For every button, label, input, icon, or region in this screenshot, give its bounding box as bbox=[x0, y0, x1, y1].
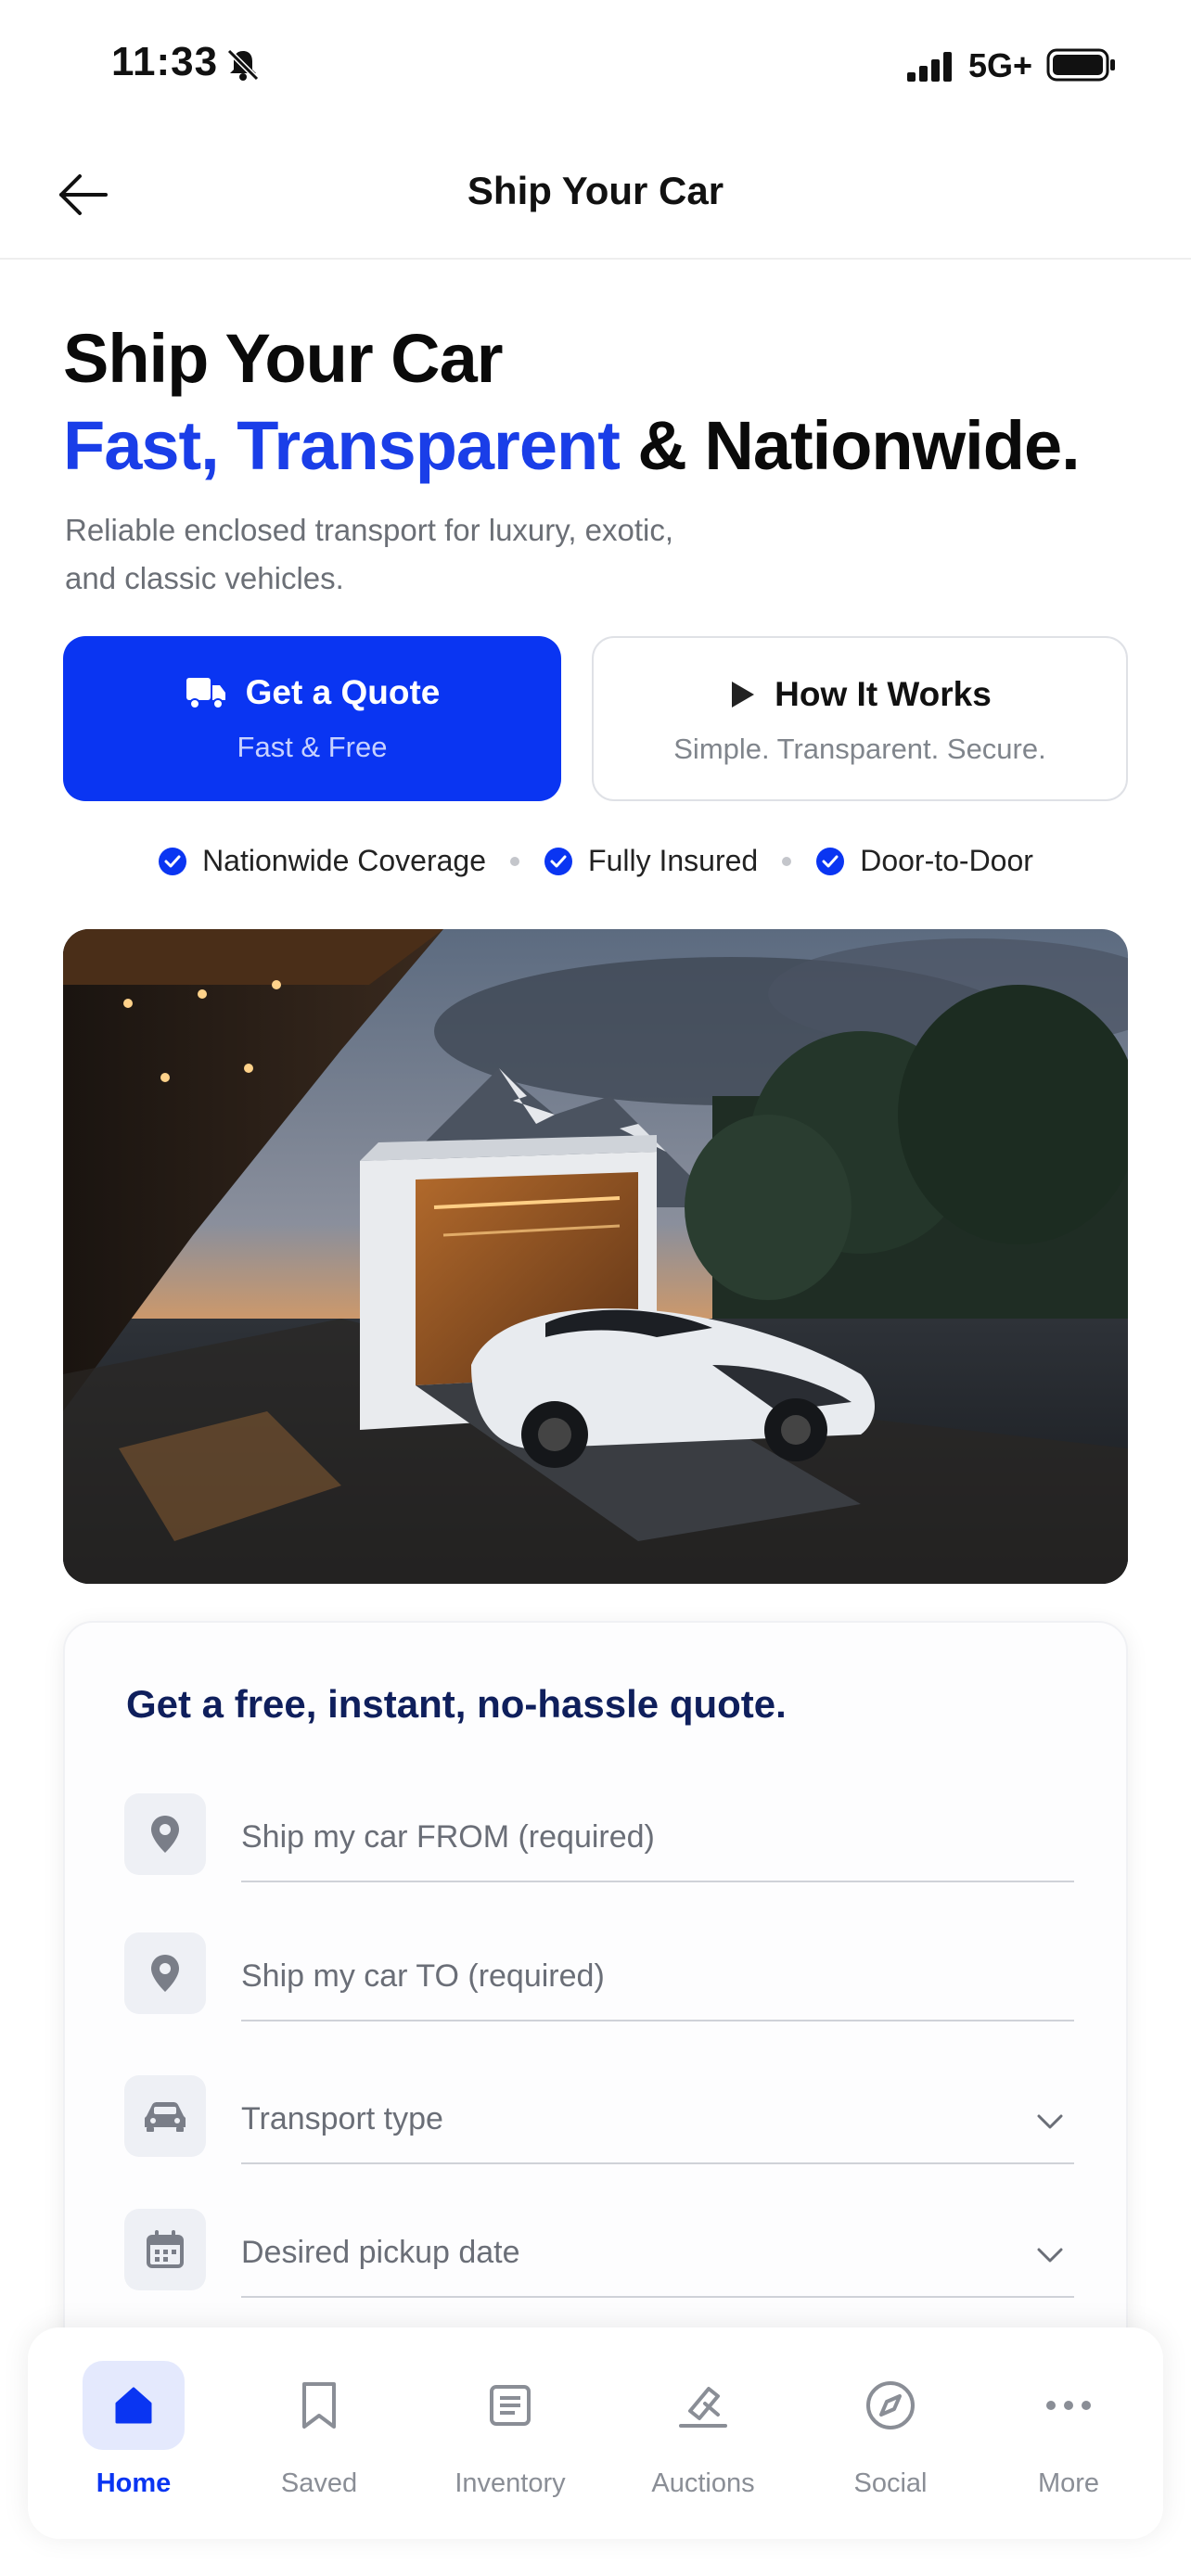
hero-subtitle-line-2: and classic vehicles. bbox=[65, 561, 344, 595]
feature-label: Nationwide Coverage bbox=[202, 844, 487, 877]
hero-rest-text: & Nationwide. bbox=[619, 407, 1080, 484]
field-underline bbox=[241, 2020, 1074, 2021]
how-it-works-button[interactable]: How It Works Simple. Transparent. Secure… bbox=[592, 636, 1128, 801]
get-quote-sublabel: Fast & Free bbox=[237, 731, 388, 763]
hero-accent-text: Fast, Transparent bbox=[63, 407, 621, 484]
get-quote-button[interactable]: Get a Quote Fast & Free bbox=[63, 636, 561, 801]
how-it-works-sublabel: Simple. Transparent. Secure. bbox=[673, 733, 1046, 765]
feature-list: Nationwide Coverage Fully Insured Door-t… bbox=[0, 844, 1191, 878]
tab-label: Inventory bbox=[455, 2468, 566, 2498]
page-title: Ship Your Car bbox=[467, 169, 724, 212]
how-it-works-label: How It Works bbox=[775, 675, 992, 713]
status-bar: 11:33 5G+ bbox=[0, 0, 1191, 130]
status-time: 11:33 bbox=[111, 39, 219, 84]
hero-subtitle-line-1: Reliable enclosed transport for luxury, … bbox=[65, 513, 674, 547]
tab-auctions[interactable]: Auctions bbox=[608, 2327, 798, 2539]
check-circle-icon bbox=[159, 847, 187, 875]
home-icon bbox=[83, 2361, 185, 2450]
check-circle-icon bbox=[816, 847, 845, 875]
hero-subtitle: Reliable enclosed transport for luxury, … bbox=[65, 506, 807, 603]
bell-muted-icon bbox=[226, 48, 260, 82]
ship-from-placeholder: Ship my car FROM (required) bbox=[241, 1819, 655, 1855]
tab-more[interactable]: More bbox=[974, 2327, 1163, 2539]
transport-type-select[interactable]: Transport type bbox=[124, 2075, 1074, 2177]
feature-item: Nationwide Coverage bbox=[158, 844, 486, 878]
play-icon bbox=[732, 682, 755, 708]
network-label: 5G+ bbox=[968, 46, 1033, 84]
bottom-tab-bar: Home Saved Inventory Auctions Social Mor… bbox=[28, 2327, 1163, 2539]
list-icon bbox=[459, 2361, 561, 2450]
check-circle-icon bbox=[544, 847, 573, 875]
field-underline bbox=[241, 1881, 1074, 1882]
quote-form-title: Get a free, instant, no-hassle quote. bbox=[126, 1682, 787, 1726]
battery-icon bbox=[1046, 48, 1115, 82]
tab-label: More bbox=[1037, 2468, 1100, 2498]
chevron-down-icon bbox=[1037, 2248, 1063, 2263]
bookmark-icon bbox=[268, 2361, 370, 2450]
car-icon bbox=[124, 2075, 206, 2157]
calendar-icon bbox=[124, 2209, 206, 2290]
location-pin-icon bbox=[124, 1932, 206, 2014]
tab-label: Saved bbox=[280, 2468, 358, 2498]
field-underline bbox=[241, 2296, 1074, 2298]
hero-line-2: Fast, Transparent & Nationwide. bbox=[63, 402, 1081, 490]
get-quote-label: Get a Quote bbox=[245, 673, 441, 711]
tab-social[interactable]: Social bbox=[796, 2327, 985, 2539]
ship-from-field[interactable]: Ship my car FROM (required) bbox=[124, 1793, 1074, 1895]
pickup-date-placeholder: Desired pickup date bbox=[241, 2235, 520, 2270]
hero-heading: Ship Your Car Fast, Transparent & Nation… bbox=[63, 315, 1081, 490]
tab-home[interactable]: Home bbox=[39, 2327, 228, 2539]
feature-item: Fully Insured bbox=[544, 844, 758, 878]
truck-icon bbox=[186, 678, 225, 709]
compass-icon bbox=[839, 2361, 941, 2450]
tab-inventory[interactable]: Inventory bbox=[416, 2327, 605, 2539]
tab-label: Auctions bbox=[651, 2468, 755, 2498]
tab-saved[interactable]: Saved bbox=[224, 2327, 414, 2539]
tab-label: Social bbox=[853, 2468, 928, 2498]
signal-icon bbox=[907, 52, 952, 82]
separator-dot bbox=[782, 856, 792, 866]
car-transport-illustration bbox=[63, 929, 1128, 1584]
ship-to-placeholder: Ship my car TO (required) bbox=[241, 1958, 605, 1994]
hero-image bbox=[63, 929, 1128, 1584]
transport-type-placeholder: Transport type bbox=[241, 2101, 443, 2136]
feature-item: Door-to-Door bbox=[815, 844, 1033, 878]
more-icon bbox=[1018, 2361, 1120, 2450]
nav-bar: Ship Your Car bbox=[0, 130, 1191, 260]
separator-dot bbox=[510, 856, 520, 866]
location-pin-icon bbox=[124, 1793, 206, 1875]
ship-to-field[interactable]: Ship my car TO (required) bbox=[124, 1932, 1074, 2034]
pickup-date-select[interactable]: Desired pickup date bbox=[124, 2209, 1074, 2311]
gavel-icon bbox=[652, 2361, 754, 2450]
tab-label: Home bbox=[96, 2468, 172, 2498]
quote-form-card: Get a free, instant, no-hassle quote. Sh… bbox=[63, 1621, 1128, 2381]
field-underline bbox=[241, 2162, 1074, 2164]
chevron-down-icon bbox=[1037, 2114, 1063, 2129]
hero-line-1: Ship Your Car bbox=[63, 320, 504, 397]
feature-label: Fully Insured bbox=[588, 844, 759, 877]
feature-label: Door-to-Door bbox=[860, 844, 1033, 877]
